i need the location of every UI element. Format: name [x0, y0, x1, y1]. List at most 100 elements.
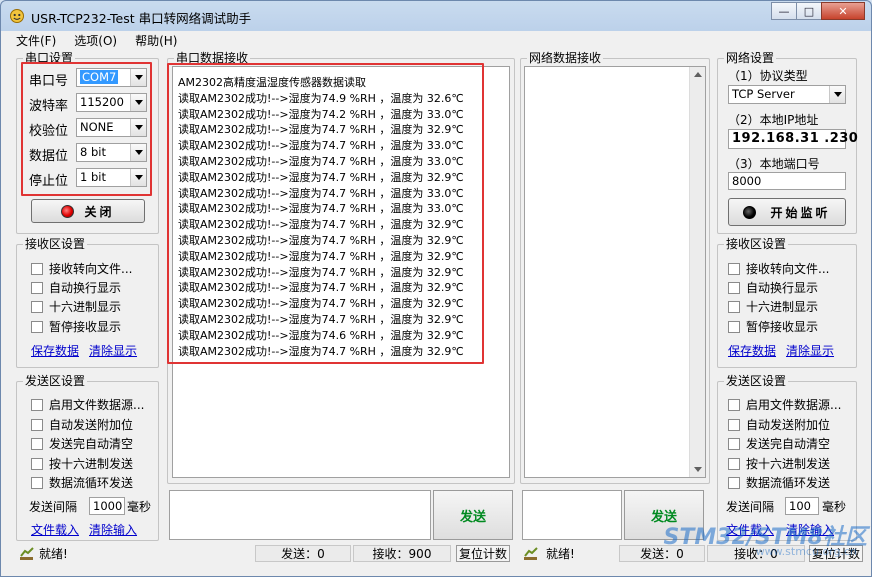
parity-select[interactable]: NONE	[76, 118, 147, 137]
checkbox[interactable]	[728, 418, 740, 431]
menu-help[interactable]: 帮助(H)	[123, 31, 183, 49]
protocol-select[interactable]: TCP Server	[728, 85, 846, 104]
checkbox[interactable]	[728, 262, 740, 275]
chevron-down-icon[interactable]	[829, 86, 845, 103]
checkbox[interactable]	[31, 300, 43, 313]
serial-clear-display-link[interactable]: 清除显示	[89, 342, 137, 359]
checkbox[interactable]	[31, 476, 43, 489]
net-clear-display-link[interactable]: 清除显示	[786, 342, 834, 359]
chevron-down-icon[interactable]	[130, 169, 146, 186]
window-title: USR-TCP232-Test 串口转网络调试助手	[31, 11, 252, 26]
checkbox[interactable]	[31, 437, 43, 450]
checkbox[interactable]	[728, 300, 740, 313]
checkbox[interactable]	[31, 281, 43, 294]
databits-value: 8 bit	[80, 145, 106, 159]
serial-send-option-autoclear[interactable]: 发送完自动清空	[31, 435, 133, 452]
watermark-url: www.stmcu.org.cn	[755, 545, 857, 558]
serial-send-input[interactable]	[169, 490, 431, 540]
serial-settings-title: 串口设置	[23, 51, 76, 65]
serial-send-option-file-source[interactable]: 启用文件数据源...	[31, 396, 144, 413]
baud-select[interactable]: 115200	[76, 93, 147, 112]
parity-value: NONE	[80, 120, 114, 134]
serial-send-option-hex[interactable]: 按十六进制发送	[31, 455, 133, 472]
net-recv-option-pause[interactable]: 暂停接收显示	[728, 318, 818, 335]
stopbits-select[interactable]: 1 bit	[76, 168, 147, 187]
network-receive-scrollbar[interactable]	[689, 67, 705, 477]
chevron-down-icon[interactable]	[130, 144, 146, 161]
serial-send-option-append[interactable]: 自动发送附加位	[31, 416, 133, 433]
checkbox[interactable]	[728, 437, 740, 450]
serial-recv-option-hex[interactable]: 十六进制显示	[31, 298, 121, 315]
network-send-input[interactable]	[522, 490, 622, 540]
serial-log-line: 读取AM2302成功!-->湿度为74.7 %RH ，温度为 32.9℃	[178, 233, 464, 247]
checkbox[interactable]	[728, 281, 740, 294]
serial-load-file-link[interactable]: 文件载入	[31, 521, 79, 538]
network-receive-textarea[interactable]	[524, 66, 706, 478]
close-port-label: 关闭	[84, 204, 115, 219]
black-indicator-icon	[743, 205, 757, 219]
serial-receive-log: AM2302高精度温湿度传感器数据读取 读取AM2302成功!-->湿度为74.9…	[178, 75, 464, 359]
checkbox[interactable]	[728, 457, 740, 470]
checkbox[interactable]	[728, 398, 740, 411]
checkbox[interactable]	[31, 418, 43, 431]
start-listen-button[interactable]: 开始监听	[728, 198, 846, 226]
net-recv-option-hex[interactable]: 十六进制显示	[728, 298, 818, 315]
serial-log-line: 读取AM2302成功!-->湿度为74.7 %RH ，温度为 33.0℃	[178, 202, 464, 216]
menu-bar: 文件(F) 选项(O) 帮助(H)	[2, 31, 870, 49]
serial-log-line: AM2302高精度温湿度传感器数据读取	[178, 76, 367, 89]
databits-select[interactable]: 8 bit	[76, 143, 147, 162]
menu-options[interactable]: 选项(O)	[62, 31, 123, 49]
chevron-down-icon[interactable]	[130, 119, 146, 136]
net-save-data-link[interactable]: 保存数据	[728, 342, 776, 359]
network-status-ready: 就绪!	[546, 547, 575, 561]
net-recv-option-to-file[interactable]: 接收转向文件...	[728, 260, 829, 277]
stopbits-value: 1 bit	[80, 170, 106, 184]
checkbox[interactable]	[31, 398, 43, 411]
net-send-option-autoclear[interactable]: 发送完自动清空	[728, 435, 830, 452]
net-send-option-file-source[interactable]: 启用文件数据源...	[728, 396, 841, 413]
network-receive-title: 网络数据接收	[527, 51, 604, 65]
net-recv-option-autowrap[interactable]: 自动换行显示	[728, 279, 818, 296]
serial-receive-group: 串口数据接收 AM2302高精度温湿度传感器数据读取 读取AM2302成功!-->…	[167, 51, 515, 484]
app-icon	[10, 9, 24, 23]
serial-send-option-loop[interactable]: 数据流循环发送	[31, 474, 133, 491]
title-bar[interactable]: USR-TCP232-Test 串口转网络调试助手 — □ ✕	[1, 1, 871, 31]
serial-send-button[interactable]: 发送	[433, 490, 513, 540]
net-send-option-loop[interactable]: 数据流循环发送	[728, 474, 830, 491]
chevron-down-icon[interactable]	[130, 69, 146, 86]
checkbox[interactable]	[728, 476, 740, 489]
close-window-button[interactable]: ✕	[821, 2, 865, 20]
serial-reset-count-button[interactable]: 复位计数	[456, 545, 511, 562]
net-send-option-append[interactable]: 自动发送附加位	[728, 416, 830, 433]
protocol-value: TCP Server	[732, 87, 795, 101]
local-ip-input[interactable]: 192.168.31 .230	[728, 129, 858, 149]
start-listen-label: 开始监听	[770, 205, 831, 220]
minimize-button[interactable]: —	[771, 2, 797, 20]
serial-log-line: 读取AM2302成功!-->湿度为74.7 %RH ，温度为 32.9℃	[178, 281, 464, 295]
serial-recv-option-to-file[interactable]: 接收转向文件...	[31, 260, 132, 277]
serial-interval-unit: 毫秒	[127, 500, 152, 514]
net-interval-input[interactable]: 100	[785, 497, 819, 515]
serial-recv-option-autowrap[interactable]: 自动换行显示	[31, 279, 121, 296]
close-port-button[interactable]: 关闭	[31, 199, 145, 223]
local-port-input[interactable]: 8000	[728, 172, 846, 190]
serial-receive-textarea[interactable]: AM2302高精度温湿度传感器数据读取 读取AM2302成功!-->湿度为74.9…	[172, 66, 510, 478]
app-window: USR-TCP232-Test 串口转网络调试助手 — □ ✕ 文件(F) 选项…	[0, 0, 872, 577]
serial-interval-input[interactable]: 1000	[89, 497, 125, 515]
checkbox[interactable]	[728, 320, 740, 333]
checkbox[interactable]	[31, 320, 43, 333]
network-receive-settings-group: 接收区设置 接收转向文件... 自动换行显示 十六进制显示 暂停接收显示 保存数…	[717, 237, 857, 368]
maximize-button[interactable]: □	[796, 2, 822, 20]
serial-log-line: 读取AM2302成功!-->湿度为74.7 %RH ，温度为 32.9℃	[178, 312, 464, 326]
checkbox[interactable]	[31, 262, 43, 275]
menu-file[interactable]: 文件(F)	[2, 31, 62, 49]
checkbox[interactable]	[31, 457, 43, 470]
serial-send-settings-group: 发送区设置 启用文件数据源... 自动发送附加位 发送完自动清空 按十六进制发送…	[16, 374, 159, 541]
net-send-option-hex[interactable]: 按十六进制发送	[728, 455, 830, 472]
port-select[interactable]: COM7	[76, 68, 147, 87]
serial-recv-option-pause[interactable]: 暂停接收显示	[31, 318, 121, 335]
serial-log-line: 读取AM2302成功!-->湿度为74.7 %RH ，温度为 32.9℃	[178, 265, 464, 279]
serial-clear-input-link[interactable]: 清除输入	[89, 521, 137, 538]
serial-save-data-link[interactable]: 保存数据	[31, 342, 79, 359]
chevron-down-icon[interactable]	[130, 94, 146, 111]
